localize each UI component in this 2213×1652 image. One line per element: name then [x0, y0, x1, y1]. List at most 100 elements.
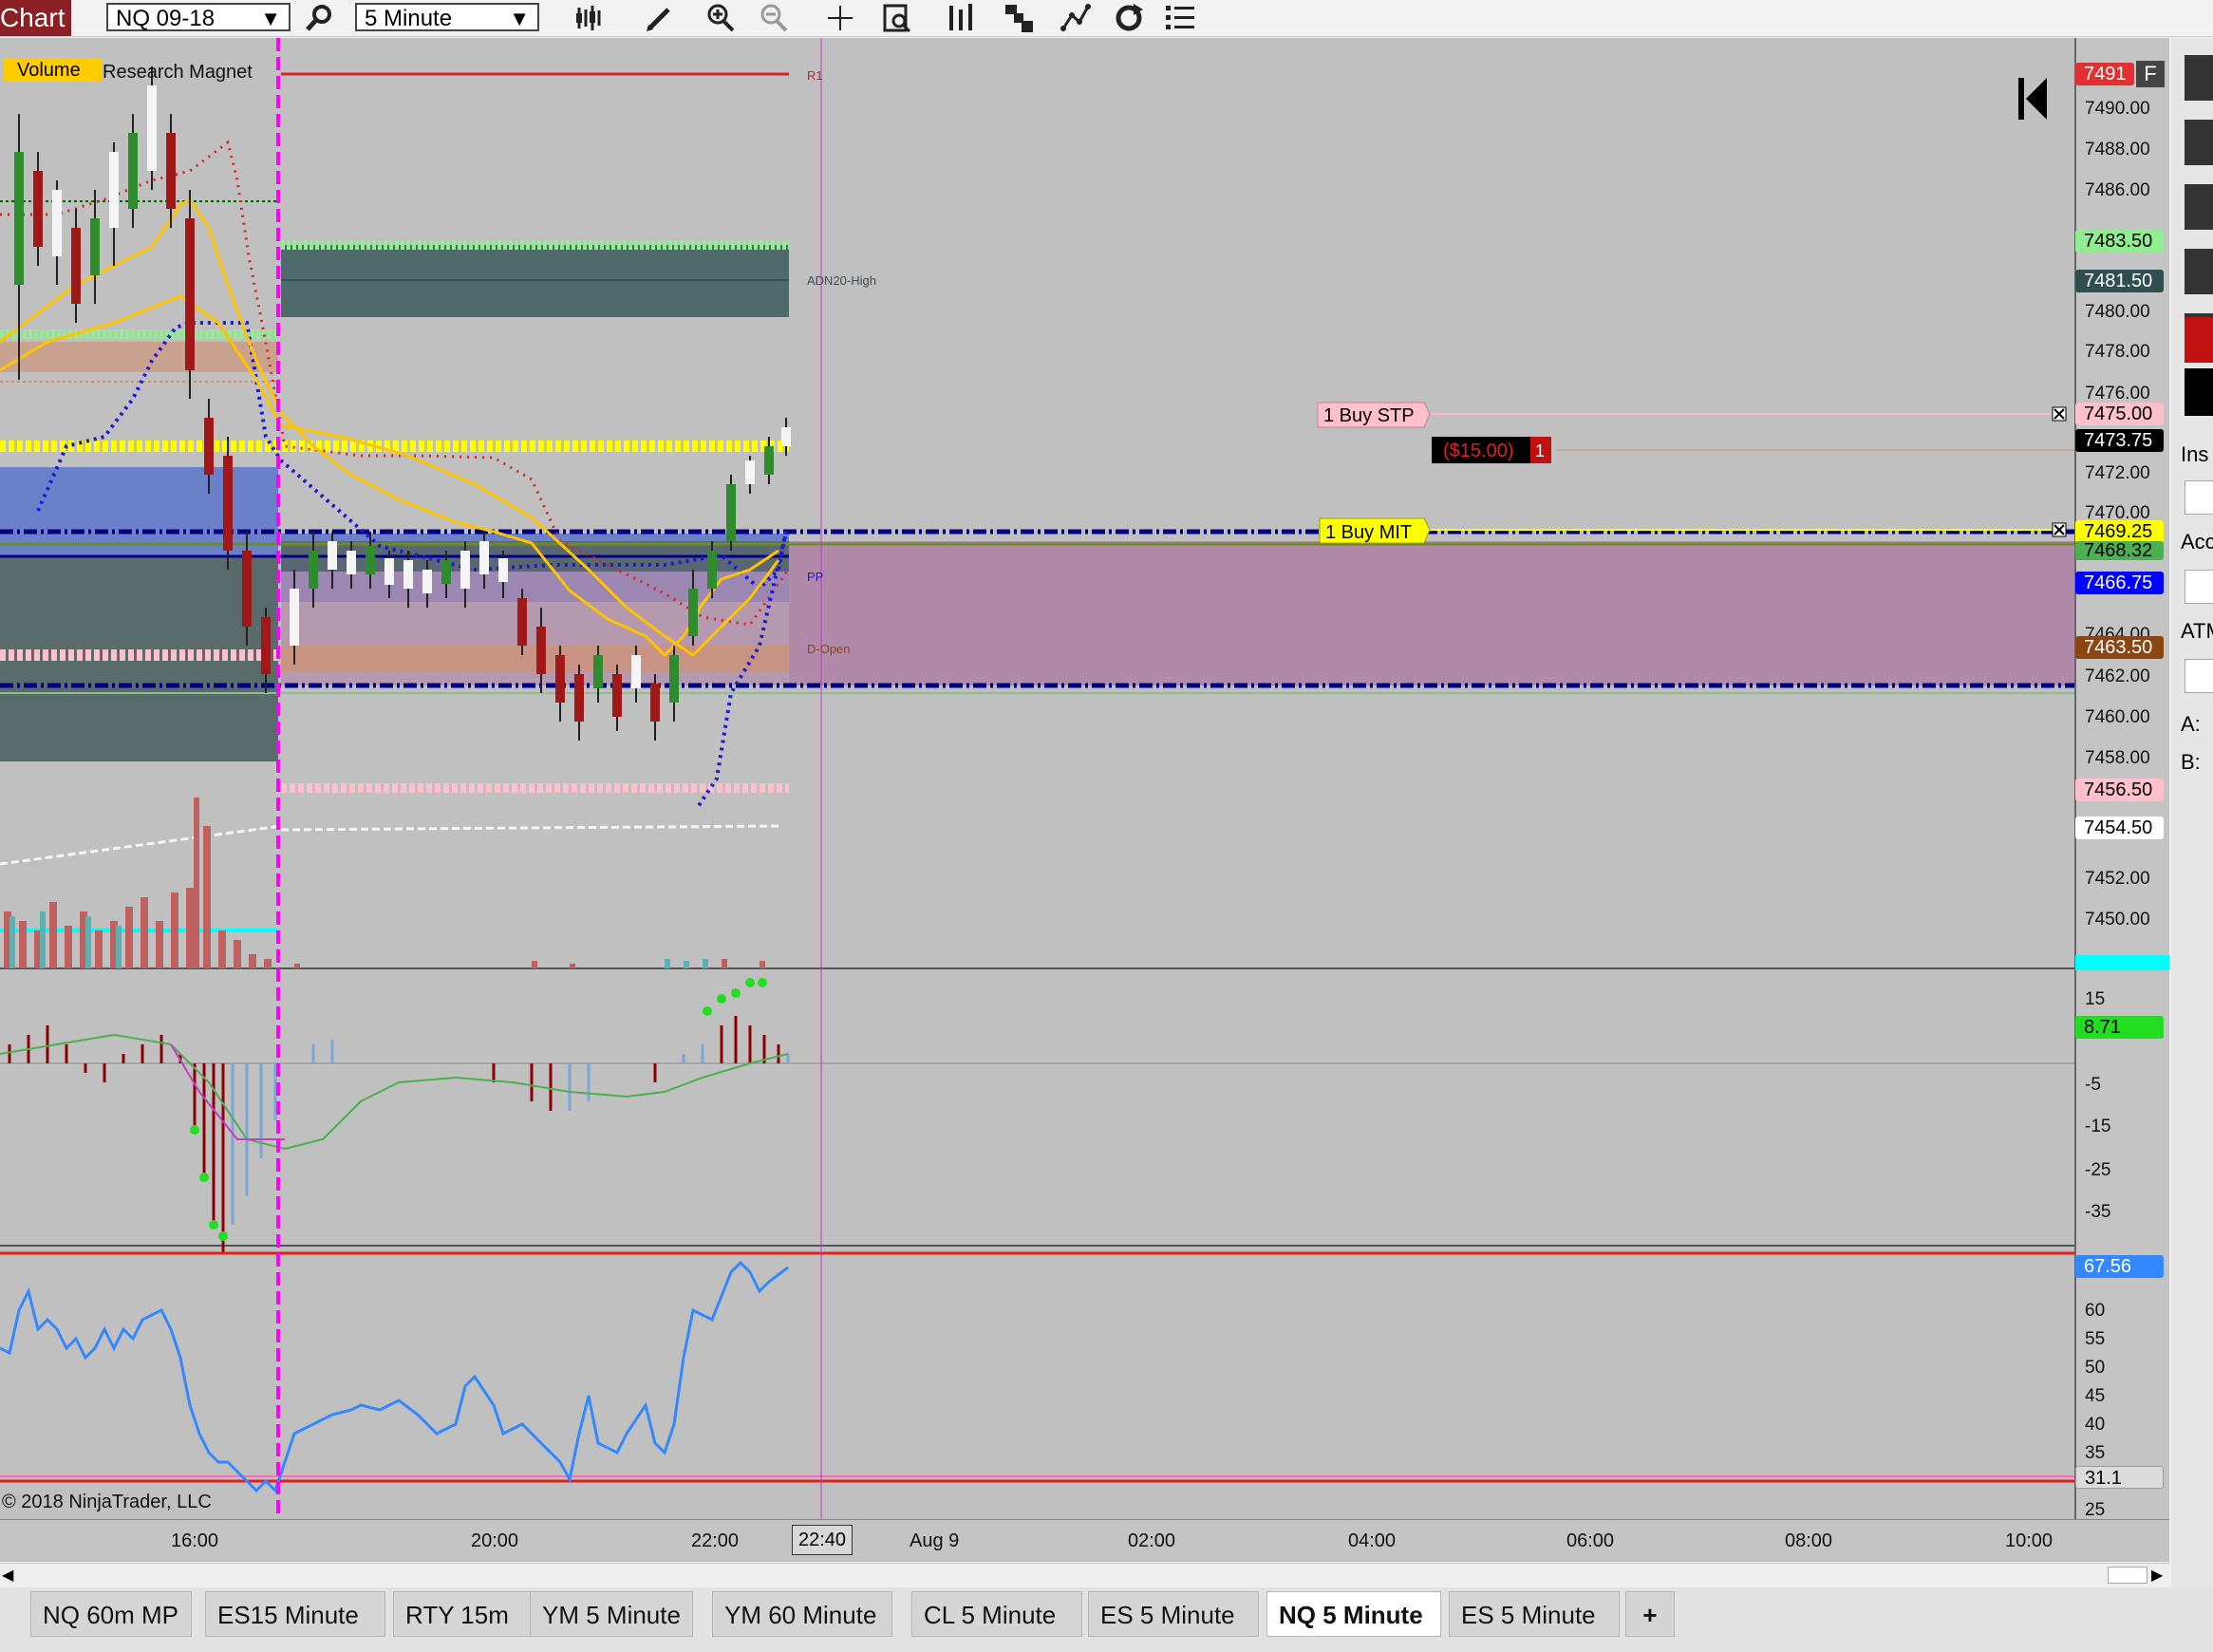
refresh-icon[interactable] [1113, 2, 1145, 34]
price-chart[interactable]: Volume Research Magnet R1 ADN20-High PP … [0, 38, 2169, 1519]
price-tick: 7486.00 [2085, 180, 2150, 200]
tab-ym-5-minute[interactable]: YM 5 Minute [530, 1591, 693, 1637]
data-box-icon[interactable] [881, 2, 913, 34]
price-tag: 7456.50 [2075, 779, 2164, 801]
indicators-icon[interactable] [946, 2, 978, 34]
price-tag: 7483.50 [2075, 230, 2164, 253]
rsi-tick: 45 [2085, 1386, 2106, 1406]
macd-tick: -35 [2085, 1202, 2111, 1222]
chart-tab-bar: NQ 60m MP ES15 Minute RTY 15m YM 5 Minut… [0, 1587, 2213, 1652]
search-icon[interactable] [304, 2, 336, 34]
trader-button[interactable] [2185, 184, 2213, 230]
b-label: B: [2181, 750, 2201, 774]
price-tick: 7462.00 [2085, 666, 2150, 686]
r1-label: R1 [807, 68, 823, 83]
chart-toolbar: Chart NQ 09-18 ▼ 5 Minute ▼ [0, 0, 2213, 37]
instrument-field[interactable] [2185, 480, 2213, 515]
price-tag: 7468.32 [2075, 541, 2164, 560]
buy-button[interactable] [2185, 368, 2213, 416]
rsi-tick: 50 [2085, 1358, 2106, 1378]
rsi-tick: 40 [2085, 1415, 2106, 1435]
time-tick: 06:00 [1566, 1530, 1615, 1551]
macd-tick: -15 [2085, 1117, 2111, 1136]
indicator-name: Research Magnet [103, 62, 253, 83]
adn20-label: ADN20-High [807, 273, 876, 288]
price-tag: 7473.75 [2075, 429, 2164, 452]
account-field[interactable] [2185, 570, 2213, 604]
scroll-left-icon[interactable]: ◀ [2, 1566, 13, 1585]
volume-badge[interactable]: Volume [17, 60, 81, 81]
buy-stp-order-label[interactable]: 1 Buy STP [1323, 405, 1415, 426]
macd-tick: -25 [2085, 1160, 2111, 1180]
atm-label: ATM [2181, 619, 2213, 643]
macd-value-tag: 8.71 [2075, 1016, 2164, 1039]
macd-tick: 15 [2085, 989, 2106, 1009]
bar-type-icon[interactable] [573, 2, 606, 34]
pencil-icon[interactable] [644, 2, 676, 34]
instrument-selector[interactable]: NQ 09-18 ▼ [106, 3, 291, 31]
crosshair-icon[interactable] [824, 2, 856, 34]
price-tick: 7472.00 [2085, 463, 2150, 483]
scrollbar-thumb[interactable] [2108, 1567, 2147, 1584]
time-tick: 08:00 [1785, 1530, 1833, 1551]
tab-cl-5-minute[interactable]: CL 5 Minute [911, 1591, 1082, 1637]
zoom-out-icon[interactable] [758, 2, 790, 34]
rsi-tick: 35 [2085, 1443, 2106, 1463]
trader-button[interactable] [2185, 55, 2213, 101]
flat-indicator-icon[interactable]: F [2136, 61, 2165, 87]
a-label: A: [2181, 712, 2201, 736]
sell-button[interactable] [2185, 317, 2213, 363]
price-tick: 7478.00 [2085, 342, 2150, 362]
time-tick: 20:00 [471, 1530, 519, 1551]
tab-nq-5-minute[interactable]: NQ 5 Minute [1266, 1591, 1441, 1637]
tab-rty-15m[interactable]: RTY 15m [393, 1591, 535, 1637]
session-zone-left [0, 467, 278, 570]
macd-tick: -5 [2085, 1075, 2101, 1095]
chart-trader-panel: Ins Acc ATM A: B: [2171, 38, 2213, 1652]
close-icon[interactable] [2052, 522, 2067, 537]
rsi-tick: 55 [2085, 1329, 2106, 1349]
buy-mit-order-label[interactable]: 1 Buy MIT [1325, 522, 1412, 543]
price-tick: 7450.00 [2085, 910, 2150, 929]
close-icon[interactable] [2052, 406, 2067, 422]
pp-label: PP [807, 570, 823, 584]
trader-button[interactable] [2185, 120, 2213, 165]
price-tick: 7490.00 [2085, 99, 2150, 119]
horizontal-scrollbar[interactable]: ◀ ▶ [0, 1563, 2169, 1586]
price-tag: 7454.50 [2075, 817, 2164, 839]
price-tag: 7466.75 [2075, 572, 2164, 594]
add-tab-button[interactable]: + [1625, 1591, 1675, 1637]
time-tick: 04:00 [1348, 1530, 1397, 1551]
time-tick: 02:00 [1128, 1530, 1176, 1551]
chevron-down-icon: ▼ [260, 7, 281, 30]
chevron-down-icon: ▼ [509, 7, 530, 30]
tab-ym-60-minute[interactable]: YM 60 Minute [712, 1591, 892, 1637]
instrument-value: NQ 09-18 [116, 6, 216, 31]
drawing-tools-icon[interactable] [1060, 2, 1092, 34]
chart-window-title: Chart [0, 0, 71, 36]
time-axis[interactable] [0, 1519, 2169, 1562]
atm-field[interactable] [2185, 659, 2213, 693]
tab-nq-60m-mp[interactable]: NQ 60m MP [30, 1591, 192, 1637]
zoom-in-icon[interactable] [704, 2, 737, 34]
interval-selector[interactable]: 5 Minute ▼ [355, 3, 539, 31]
time-tick: 22:00 [691, 1530, 740, 1551]
rsi-lower-tag: 31.1 [2075, 1466, 2164, 1489]
price-tick: 7488.00 [2085, 140, 2150, 160]
tab-es15-minute[interactable]: ES15 Minute [205, 1591, 385, 1637]
position-qty: 1 [1535, 441, 1545, 460]
scroll-right-icon[interactable]: ▶ [2151, 1566, 2163, 1585]
strategies-icon[interactable] [1003, 2, 1035, 34]
tab-es-5-minute[interactable]: ES 5 Minute [1088, 1591, 1259, 1637]
instrument-label: Ins [2181, 442, 2209, 466]
price-tag: 7463.50 [2075, 636, 2164, 659]
copyright-text: © 2018 NinjaTrader, LLC [2, 1492, 212, 1512]
time-tick: 16:00 [171, 1530, 219, 1551]
price-tag: 7481.50 [2075, 270, 2164, 292]
volume-axis-marker [2075, 955, 2169, 970]
tab-es-5-minute[interactable]: ES 5 Minute [1449, 1591, 1620, 1637]
price-tag: 7475.00 [2075, 403, 2164, 425]
rsi-tick: 60 [2085, 1301, 2106, 1321]
trader-button[interactable] [2185, 249, 2213, 294]
properties-list-icon[interactable] [1164, 2, 1196, 34]
